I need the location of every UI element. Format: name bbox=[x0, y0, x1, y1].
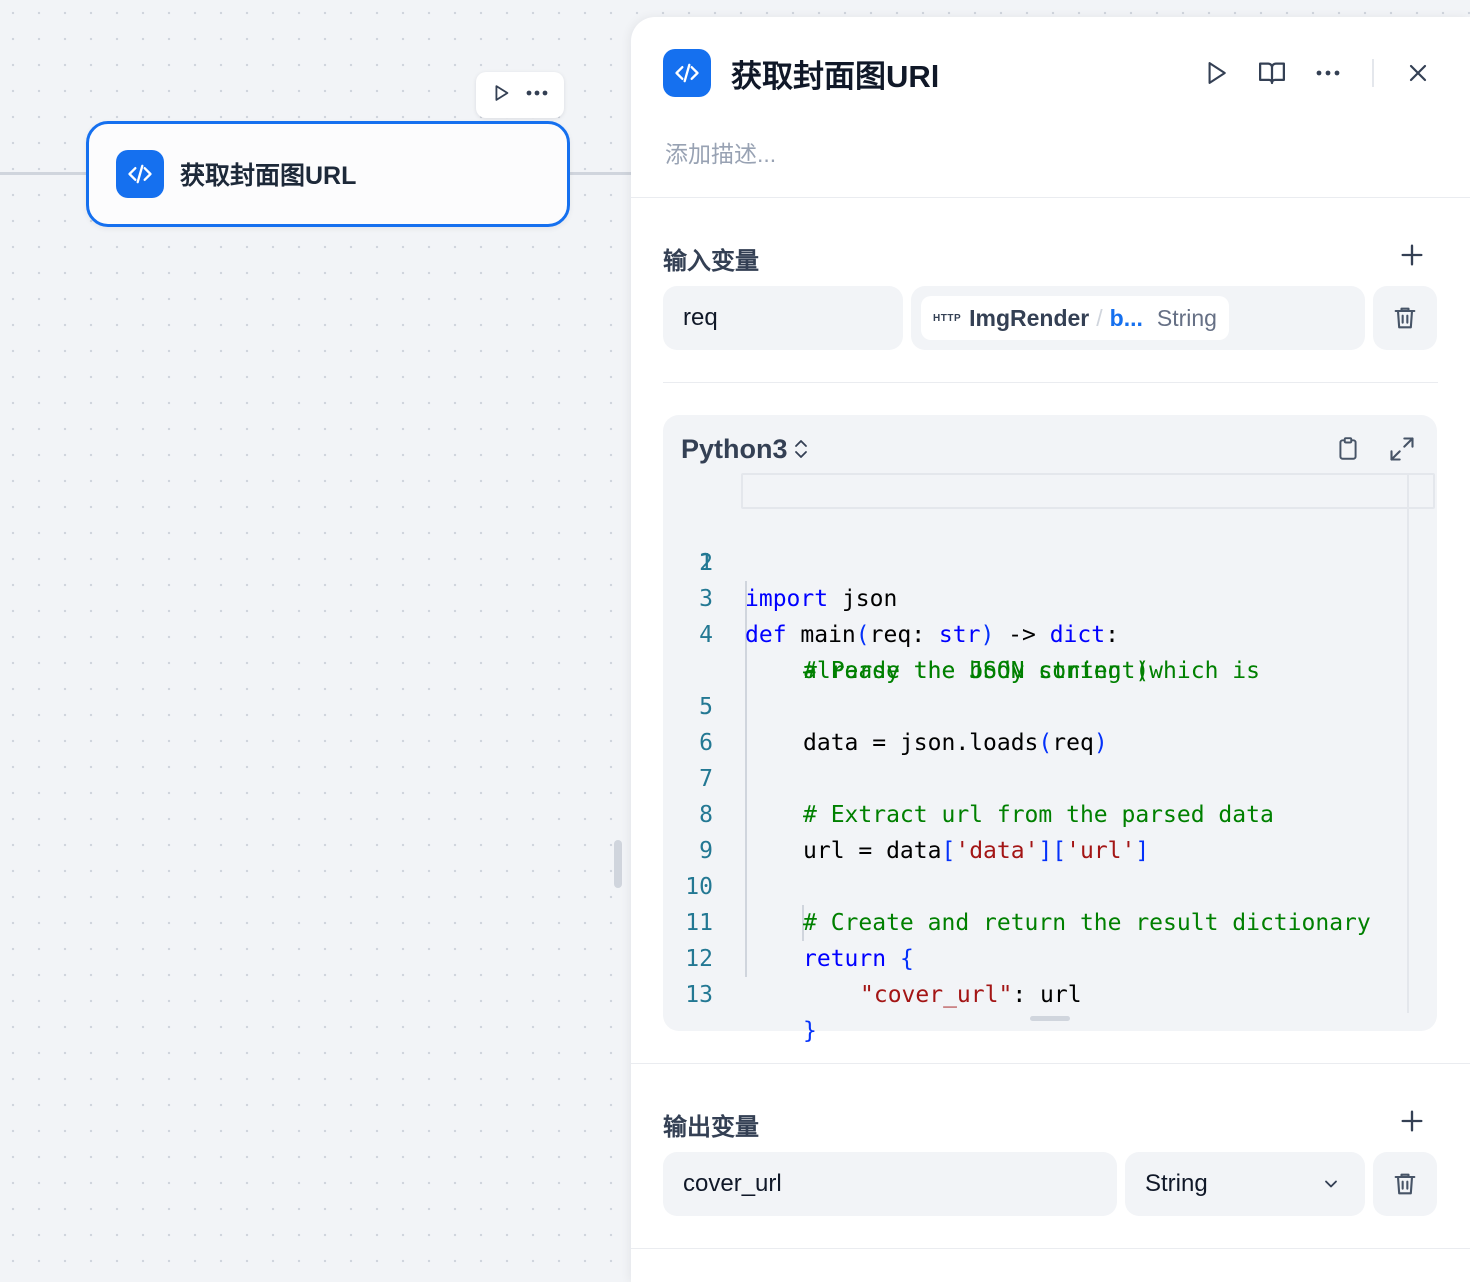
code-line: 7 # Extract url from the parsed data bbox=[663, 725, 1409, 828]
delete-input-button[interactable] bbox=[1373, 286, 1437, 350]
input-var-name: req bbox=[683, 304, 718, 331]
docs-button[interactable] bbox=[1252, 53, 1292, 93]
panel-title[interactable]: 获取封面图URl bbox=[731, 51, 1180, 96]
current-line-highlight bbox=[741, 473, 1435, 509]
http-node-tag: HTTP bbox=[933, 312, 962, 324]
close-button[interactable] bbox=[1398, 53, 1438, 93]
output-type-select[interactable]: String bbox=[1125, 1152, 1365, 1216]
expand-editor-button[interactable] bbox=[1385, 432, 1419, 466]
code-icon bbox=[663, 49, 711, 97]
code-icon bbox=[116, 150, 164, 198]
play-icon[interactable] bbox=[490, 82, 512, 109]
panel-header: 获取封面图URl bbox=[663, 49, 1438, 97]
connection-edge-right bbox=[570, 172, 631, 175]
node-title: 获取封面图URL bbox=[180, 162, 357, 190]
divider bbox=[631, 197, 1470, 198]
source-variable-name: b... bbox=[1109, 304, 1143, 331]
book-open-icon bbox=[1259, 62, 1285, 85]
chevron-down-icon bbox=[1325, 1180, 1337, 1188]
node-settings-panel: 获取封面图URl 添加描述... 输入变量 req HTTP ImgRender… bbox=[631, 17, 1470, 1282]
delete-output-button[interactable] bbox=[1373, 1152, 1437, 1216]
divider bbox=[631, 1063, 1470, 1064]
code-line: 3 def main(req: str) -> dict: bbox=[663, 545, 1409, 648]
expand-icon bbox=[1390, 437, 1414, 461]
header-divider bbox=[1372, 59, 1374, 87]
output-variables-label: 输出变量 bbox=[663, 1114, 759, 1141]
code-line: 9 bbox=[663, 797, 1409, 864]
output-type-value: String bbox=[1145, 1170, 1208, 1197]
close-icon bbox=[1409, 64, 1427, 82]
input-variables-label: 输入变量 bbox=[663, 248, 759, 275]
code-editor: Python3 1 import json 2 3 def main(req: … bbox=[663, 415, 1437, 1044]
code-line: 11 return { bbox=[663, 869, 1409, 972]
code-line: 8 url = data['data']['url'] bbox=[663, 761, 1409, 864]
code-line: 4 # Parse the JSON string (which is bbox=[663, 581, 1409, 684]
chevron-up-down-icon bbox=[794, 440, 807, 458]
source-variable-type: String bbox=[1156, 304, 1217, 331]
plus-icon bbox=[1401, 244, 1423, 266]
input-var-name-field[interactable]: req bbox=[663, 286, 903, 350]
code-line: 2 bbox=[663, 509, 1409, 576]
clipboard-icon bbox=[1339, 437, 1357, 460]
language-selector[interactable]: Python3 bbox=[681, 434, 788, 465]
code-line: 10 # Create and return the result dictio… bbox=[663, 833, 1409, 936]
copy-code-button[interactable] bbox=[1331, 432, 1365, 466]
add-input-button[interactable] bbox=[1398, 241, 1426, 269]
code-line: 13 } bbox=[663, 941, 1409, 1044]
code-line: 5 data = json.loads(req) bbox=[663, 653, 1409, 756]
add-output-button[interactable] bbox=[1398, 1107, 1426, 1135]
run-node-button[interactable] bbox=[1196, 53, 1236, 93]
editor-resize-handle[interactable] bbox=[1030, 1016, 1070, 1021]
description-input[interactable]: 添加描述... bbox=[665, 135, 776, 169]
divider bbox=[631, 1248, 1470, 1249]
source-node-name: ImgRender bbox=[969, 304, 1090, 331]
plus-icon bbox=[1401, 1110, 1423, 1132]
node-toolbar bbox=[476, 72, 564, 118]
workflow-node-code[interactable]: 获取封面图URL bbox=[86, 121, 570, 227]
trash-icon bbox=[1394, 307, 1416, 329]
code-line: 12 "cover_url": url bbox=[663, 905, 1409, 1008]
path-separator: / bbox=[1096, 304, 1103, 331]
line-number: 13 bbox=[685, 982, 713, 1008]
more-horizontal-icon bbox=[1316, 70, 1340, 76]
trash-icon bbox=[1394, 1173, 1416, 1195]
code-line: 1 import json bbox=[663, 473, 1435, 612]
divider bbox=[663, 382, 1438, 383]
output-var-name-field[interactable]: cover_url bbox=[663, 1152, 1117, 1216]
panel-resize-handle[interactable] bbox=[614, 840, 622, 888]
code-content[interactable]: 1 import json 2 3 def main(req: str) -> … bbox=[663, 473, 1435, 1044]
code-line: 6 bbox=[663, 689, 1409, 756]
output-var-name: cover_url bbox=[683, 1170, 782, 1197]
play-icon bbox=[1208, 62, 1226, 84]
code-line-wrapped: already the body content) bbox=[803, 658, 1150, 684]
more-button[interactable] bbox=[1308, 53, 1348, 93]
connection-edge-left bbox=[0, 172, 86, 175]
more-horizontal-icon[interactable] bbox=[524, 82, 550, 109]
variable-reference-chip[interactable]: HTTP ImgRender / b... String bbox=[921, 296, 1229, 340]
input-var-source-selector[interactable]: HTTP ImgRender / b... String bbox=[911, 286, 1365, 350]
